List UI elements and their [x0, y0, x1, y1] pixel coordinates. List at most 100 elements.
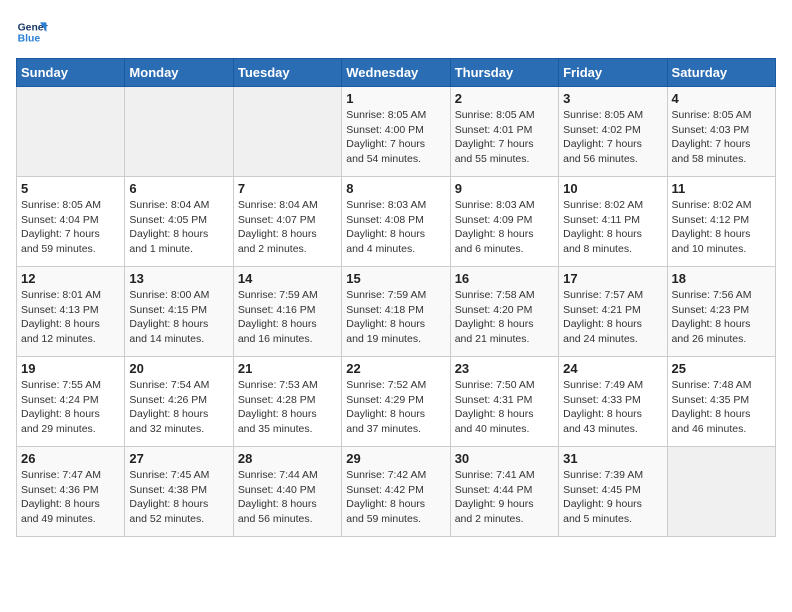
- day-number: 3: [563, 91, 662, 106]
- day-number: 7: [238, 181, 337, 196]
- day-number: 26: [21, 451, 120, 466]
- calendar-cell: [233, 87, 341, 177]
- days-header-row: SundayMondayTuesdayWednesdayThursdayFrid…: [17, 59, 776, 87]
- day-info: Sunrise: 7:59 AM Sunset: 4:16 PM Dayligh…: [238, 288, 337, 347]
- day-header-monday: Monday: [125, 59, 233, 87]
- calendar-cell: 19Sunrise: 7:55 AM Sunset: 4:24 PM Dayli…: [17, 357, 125, 447]
- day-info: Sunrise: 8:05 AM Sunset: 4:00 PM Dayligh…: [346, 108, 445, 167]
- day-number: 9: [455, 181, 554, 196]
- day-number: 27: [129, 451, 228, 466]
- day-number: 14: [238, 271, 337, 286]
- day-number: 20: [129, 361, 228, 376]
- day-info: Sunrise: 7:47 AM Sunset: 4:36 PM Dayligh…: [21, 468, 120, 527]
- day-header-friday: Friday: [559, 59, 667, 87]
- day-info: Sunrise: 7:58 AM Sunset: 4:20 PM Dayligh…: [455, 288, 554, 347]
- calendar-cell: 30 Sunrise: 7:41 AM Sunset: 4:44 PM Dayli…: [450, 447, 558, 537]
- calendar-cell: 26 Sunrise: 7:47 AM Sunset: 4:36 PM Dayli…: [17, 447, 125, 537]
- day-number: 6: [129, 181, 228, 196]
- day-number: 24: [563, 361, 662, 376]
- day-number: 12: [21, 271, 120, 286]
- day-number: 25: [672, 361, 771, 376]
- calendar-cell: 29 Sunrise: 7:42 AM Sunset: 4:42 PM Dayli…: [342, 447, 450, 537]
- calendar-cell: 5 Sunrise: 8:05 AM Sunset: 4:04 PM Daylig…: [17, 177, 125, 267]
- day-info: Sunrise: 8:00 AM Sunset: 4:15 PM Dayligh…: [129, 288, 228, 347]
- day-info: Sunrise: 8:05 AM Sunset: 4:04 PM Dayligh…: [21, 198, 120, 257]
- day-number: 5: [21, 181, 120, 196]
- calendar-cell: 10 Sunrise: 8:02 AM Sunset: 4:11 PM Dayli…: [559, 177, 667, 267]
- day-number: 19: [21, 361, 120, 376]
- calendar-body: 1 Sunrise: 8:05 AM Sunset: 4:00 PM Daylig…: [17, 87, 776, 537]
- calendar-cell: 31 Sunrise: 7:39 AM Sunset: 4:45 PM Dayli…: [559, 447, 667, 537]
- calendar-cell: 15 Sunrise: 7:59 AM Sunset: 4:18 PM Dayli…: [342, 267, 450, 357]
- calendar-cell: 7 Sunrise: 8:04 AM Sunset: 4:07 PM Daylig…: [233, 177, 341, 267]
- day-info: Sunrise: 7:57 AM Sunset: 4:21 PM Dayligh…: [563, 288, 662, 347]
- day-number: 17: [563, 271, 662, 286]
- day-info: Sunrise: 7:56 AM Sunset: 4:23 PM Dayligh…: [672, 288, 771, 347]
- calendar-cell: 11Sunrise: 8:02 AM Sunset: 4:12 PM Dayli…: [667, 177, 775, 267]
- day-info: Sunrise: 8:04 AM Sunset: 4:05 PM Dayligh…: [129, 198, 228, 257]
- calendar-cell: [667, 447, 775, 537]
- calendar-cell: 21 Sunrise: 7:53 AM Sunset: 4:28 PM Dayli…: [233, 357, 341, 447]
- day-number: 8: [346, 181, 445, 196]
- day-info: Sunrise: 7:52 AM Sunset: 4:29 PM Dayligh…: [346, 378, 445, 437]
- calendar-cell: 25 Sunrise: 7:48 AM Sunset: 4:35 PM Dayli…: [667, 357, 775, 447]
- day-info: Sunrise: 8:02 AM Sunset: 4:11 PM Dayligh…: [563, 198, 662, 257]
- day-number: 28: [238, 451, 337, 466]
- calendar-cell: 17 Sunrise: 7:57 AM Sunset: 4:21 PM Dayli…: [559, 267, 667, 357]
- day-number: 21: [238, 361, 337, 376]
- calendar-cell: 8Sunrise: 8:03 AM Sunset: 4:08 PM Daylig…: [342, 177, 450, 267]
- day-number: 30: [455, 451, 554, 466]
- calendar-cell: 23Sunrise: 7:50 AM Sunset: 4:31 PM Dayli…: [450, 357, 558, 447]
- calendar-cell: 4Sunrise: 8:05 AM Sunset: 4:03 PM Daylig…: [667, 87, 775, 177]
- day-header-saturday: Saturday: [667, 59, 775, 87]
- day-header-wednesday: Wednesday: [342, 59, 450, 87]
- calendar-cell: 20 Sunrise: 7:54 AM Sunset: 4:26 PM Dayli…: [125, 357, 233, 447]
- calendar-cell: 1 Sunrise: 8:05 AM Sunset: 4:00 PM Daylig…: [342, 87, 450, 177]
- day-info: Sunrise: 8:02 AM Sunset: 4:12 PM Dayligh…: [672, 198, 771, 257]
- day-number: 29: [346, 451, 445, 466]
- day-number: 10: [563, 181, 662, 196]
- week-row-1: 1 Sunrise: 8:05 AM Sunset: 4:00 PM Daylig…: [17, 87, 776, 177]
- day-info: Sunrise: 7:48 AM Sunset: 4:35 PM Dayligh…: [672, 378, 771, 437]
- day-header-sunday: Sunday: [17, 59, 125, 87]
- day-info: Sunrise: 7:49 AM Sunset: 4:33 PM Dayligh…: [563, 378, 662, 437]
- day-info: Sunrise: 7:45 AM Sunset: 4:38 PM Dayligh…: [129, 468, 228, 527]
- day-number: 15: [346, 271, 445, 286]
- day-info: Sunrise: 8:03 AM Sunset: 4:09 PM Dayligh…: [455, 198, 554, 257]
- calendar-cell: 2 Sunrise: 8:05 AM Sunset: 4:01 PM Daylig…: [450, 87, 558, 177]
- calendar-cell: 16Sunrise: 7:58 AM Sunset: 4:20 PM Dayli…: [450, 267, 558, 357]
- week-row-2: 5 Sunrise: 8:05 AM Sunset: 4:04 PM Daylig…: [17, 177, 776, 267]
- day-info: Sunrise: 7:54 AM Sunset: 4:26 PM Dayligh…: [129, 378, 228, 437]
- calendar-cell: 22 Sunrise: 7:52 AM Sunset: 4:29 PM Dayli…: [342, 357, 450, 447]
- day-info: Sunrise: 7:44 AM Sunset: 4:40 PM Dayligh…: [238, 468, 337, 527]
- day-info: Sunrise: 8:01 AM Sunset: 4:13 PM Dayligh…: [21, 288, 120, 347]
- day-number: 2: [455, 91, 554, 106]
- day-number: 31: [563, 451, 662, 466]
- day-number: 22: [346, 361, 445, 376]
- calendar-cell: 14 Sunrise: 7:59 AM Sunset: 4:16 PM Dayli…: [233, 267, 341, 357]
- day-info: Sunrise: 7:59 AM Sunset: 4:18 PM Dayligh…: [346, 288, 445, 347]
- calendar-cell: 12 Sunrise: 8:01 AM Sunset: 4:13 PM Dayli…: [17, 267, 125, 357]
- day-info: Sunrise: 7:41 AM Sunset: 4:44 PM Dayligh…: [455, 468, 554, 527]
- day-info: Sunrise: 8:04 AM Sunset: 4:07 PM Dayligh…: [238, 198, 337, 257]
- logo-icon: General Blue: [16, 16, 48, 48]
- calendar-cell: 27 Sunrise: 7:45 AM Sunset: 4:38 PM Dayli…: [125, 447, 233, 537]
- day-info: Sunrise: 7:53 AM Sunset: 4:28 PM Dayligh…: [238, 378, 337, 437]
- calendar-cell: 18 Sunrise: 7:56 AM Sunset: 4:23 PM Dayli…: [667, 267, 775, 357]
- day-info: Sunrise: 7:39 AM Sunset: 4:45 PM Dayligh…: [563, 468, 662, 527]
- calendar-cell: [125, 87, 233, 177]
- day-info: Sunrise: 8:05 AM Sunset: 4:01 PM Dayligh…: [455, 108, 554, 167]
- day-number: 4: [672, 91, 771, 106]
- day-info: Sunrise: 8:05 AM Sunset: 4:02 PM Dayligh…: [563, 108, 662, 167]
- day-number: 1: [346, 91, 445, 106]
- calendar-cell: [17, 87, 125, 177]
- day-info: Sunrise: 7:42 AM Sunset: 4:42 PM Dayligh…: [346, 468, 445, 527]
- calendar-cell: 13Sunrise: 8:00 AM Sunset: 4:15 PM Dayli…: [125, 267, 233, 357]
- day-number: 18: [672, 271, 771, 286]
- header: General Blue: [16, 16, 776, 48]
- week-row-4: 19Sunrise: 7:55 AM Sunset: 4:24 PM Dayli…: [17, 357, 776, 447]
- calendar-cell: 28 Sunrise: 7:44 AM Sunset: 4:40 PM Dayli…: [233, 447, 341, 537]
- week-row-5: 26 Sunrise: 7:47 AM Sunset: 4:36 PM Dayli…: [17, 447, 776, 537]
- calendar-cell: 24 Sunrise: 7:49 AM Sunset: 4:33 PM Dayli…: [559, 357, 667, 447]
- day-header-thursday: Thursday: [450, 59, 558, 87]
